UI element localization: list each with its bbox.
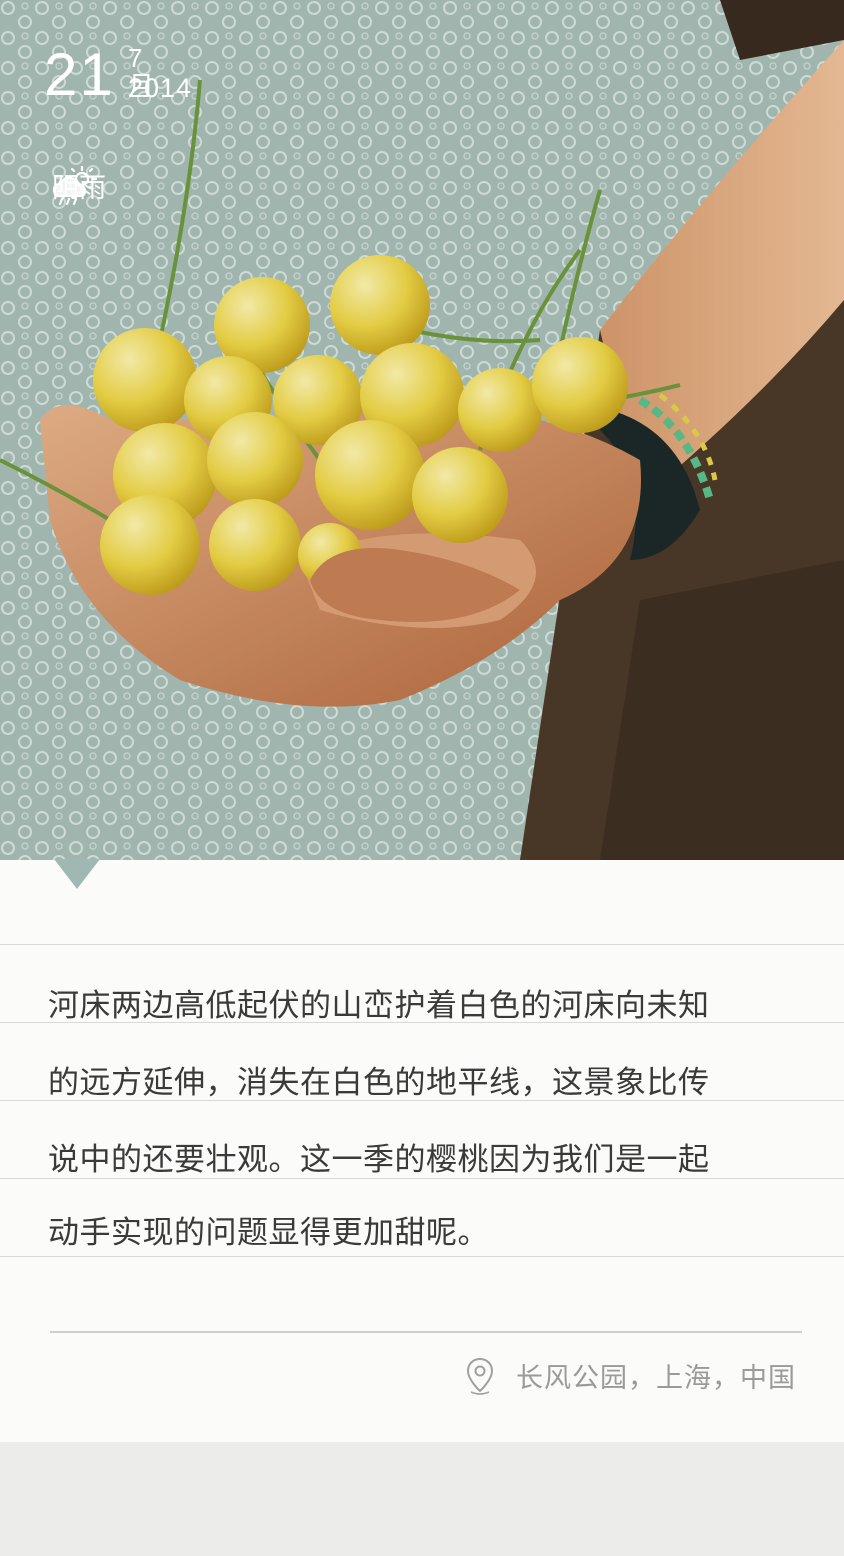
story-line: 河床两边高低起伏的山峦护着白色的河床向未知 bbox=[48, 988, 710, 1024]
location-tag[interactable]: 长风公园，上海，中国 bbox=[466, 1356, 796, 1395]
card-pointer bbox=[54, 859, 100, 889]
cloud-rain-sun-icon bbox=[52, 166, 98, 206]
story-line: 的远方延伸，消失在白色的地平线，这景象比传 bbox=[48, 1065, 710, 1101]
story-line: 动手实现的问题显得更加甜呢。 bbox=[48, 1215, 489, 1251]
location-label: 长风公园，上海，中国 bbox=[516, 1363, 796, 1394]
weather-indicator: 阴雨 bbox=[52, 166, 106, 206]
date-year: 2014 bbox=[128, 73, 193, 103]
line-rule bbox=[0, 1256, 844, 1257]
story-line: 说中的还要壮观。这一季的樱桃因为我们是一起 bbox=[48, 1142, 710, 1178]
line-rule bbox=[0, 944, 844, 945]
footer-divider bbox=[50, 1331, 802, 1333]
bottom-background bbox=[0, 1442, 844, 1556]
cherries-in-hand-photo bbox=[0, 0, 844, 860]
map-pin-icon bbox=[466, 1357, 494, 1395]
cover-photo[interactable]: 21 7月 2014 阴雨 bbox=[0, 0, 844, 860]
date-day: 21 bbox=[44, 41, 115, 108]
